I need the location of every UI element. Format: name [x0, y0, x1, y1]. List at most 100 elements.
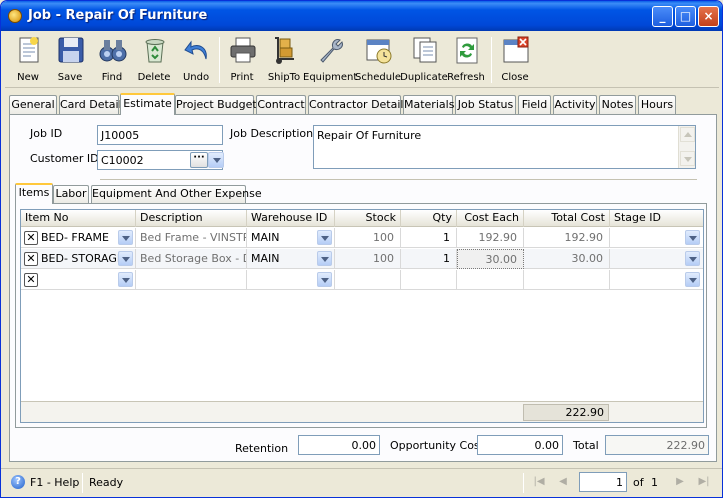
- tab-job-status[interactable]: Job Status: [455, 95, 516, 114]
- cell-cost-each[interactable]: [457, 270, 524, 290]
- page-number-field[interactable]: 1: [579, 472, 627, 492]
- cell-stage[interactable]: [610, 270, 703, 290]
- cell-total-cost: [524, 270, 610, 290]
- cell-description[interactable]: Bed Frame - VINSTRA: [136, 228, 247, 248]
- stage-dropdown-button[interactable]: [685, 230, 700, 245]
- delete-row-icon[interactable]: ✕: [24, 231, 38, 245]
- stage-dropdown-button[interactable]: [685, 251, 700, 266]
- estimate-panel: Job ID J10005 Customer ID C10002 ··· Job…: [9, 114, 717, 462]
- cell-cost-each[interactable]: 192.90: [457, 228, 524, 248]
- equipment-button[interactable]: Equipment: [303, 33, 357, 87]
- description-scrollbar[interactable]: [678, 126, 695, 168]
- floppy-disk-icon: [58, 37, 84, 63]
- warehouse-dropdown-button[interactable]: [317, 272, 332, 287]
- cell-warehouse[interactable]: MAIN: [247, 249, 335, 269]
- col-stock[interactable]: Stock: [335, 210, 401, 227]
- title-bar[interactable]: Job - Repair Of Furniture _ □ ×: [1, 1, 722, 31]
- close-window-button[interactable]: ×: [698, 6, 719, 27]
- job-id-label: Job ID: [30, 127, 63, 140]
- refresh-button[interactable]: Refresh: [443, 33, 489, 87]
- col-warehouse-id[interactable]: Warehouse ID: [247, 210, 335, 227]
- cell-stage[interactable]: [610, 228, 703, 248]
- customer-dropdown-button[interactable]: [208, 152, 224, 168]
- opportunity-cost-field[interactable]: 0.00: [477, 435, 563, 455]
- tab-general[interactable]: General: [9, 95, 57, 114]
- delete-row-icon[interactable]: ✕: [24, 252, 38, 266]
- retention-field[interactable]: 0.00: [298, 435, 380, 455]
- undo-button[interactable]: Undo: [173, 33, 219, 87]
- col-description[interactable]: Description: [136, 210, 247, 227]
- warehouse-dropdown-button[interactable]: [317, 230, 332, 245]
- table-row[interactable]: ✕ BED- FRAME Bed Frame - VINSTRA MAIN 10…: [21, 228, 703, 248]
- tab-hours[interactable]: Hours: [638, 95, 676, 114]
- tab-notes[interactable]: Notes: [599, 95, 636, 114]
- first-page-icon[interactable]: |◀: [532, 475, 546, 489]
- minimize-button[interactable]: _: [652, 6, 673, 27]
- previous-page-icon[interactable]: ◀: [556, 475, 570, 489]
- cell-item-no[interactable]: ✕ BED- STORAGE: [21, 249, 136, 269]
- stage-dropdown-button[interactable]: [685, 272, 700, 287]
- close-window-icon: [503, 36, 529, 63]
- subtab-equipment-expense[interactable]: Equipment And Other Expense: [91, 185, 262, 203]
- cell-warehouse[interactable]: [247, 270, 335, 290]
- help-text[interactable]: F1 - Help: [30, 476, 79, 489]
- subtab-items[interactable]: Items: [15, 183, 53, 204]
- cell-item-no[interactable]: ✕ BED- FRAME: [21, 228, 136, 248]
- cell-cost-each[interactable]: 30.00: [457, 249, 524, 269]
- scroll-up-button[interactable]: [680, 127, 695, 142]
- cell-qty[interactable]: 1: [401, 228, 457, 248]
- cell-total-cost: 192.90: [524, 228, 610, 248]
- next-page-icon[interactable]: ▶: [673, 475, 687, 489]
- status-separator: [82, 473, 83, 493]
- tab-project-budget[interactable]: Project Budget: [175, 95, 257, 114]
- job-description-label: Job Description: [230, 127, 314, 140]
- cell-description[interactable]: [136, 270, 247, 290]
- col-cost-each[interactable]: Cost Each: [457, 210, 524, 227]
- recycle-bin-icon: [145, 39, 165, 63]
- job-description-field[interactable]: Repair Of Furniture: [313, 125, 696, 169]
- cell-stage[interactable]: [610, 249, 703, 269]
- cell-description[interactable]: Bed Storage Box - DE: [136, 249, 247, 269]
- window-title: Job - Repair Of Furniture: [28, 8, 208, 23]
- tab-field[interactable]: Field: [518, 95, 551, 114]
- col-qty[interactable]: Qty: [401, 210, 457, 227]
- close-label: Close: [501, 72, 529, 83]
- customer-lookup-button[interactable]: ···: [190, 152, 208, 168]
- last-page-icon[interactable]: ▶|: [697, 475, 711, 489]
- delete-row-icon[interactable]: ✕: [24, 273, 38, 287]
- shipto-button[interactable]: ShipTo: [261, 33, 307, 87]
- item-dropdown-button[interactable]: [118, 230, 133, 245]
- toolbar: New Save Find Delete Undo Print ShipTo E…: [5, 33, 719, 88]
- tab-materials[interactable]: Materials: [403, 95, 454, 114]
- cell-item-no[interactable]: ✕: [21, 270, 136, 290]
- cell-qty[interactable]: 1: [401, 249, 457, 269]
- wrench-icon: [320, 39, 343, 63]
- warehouse-dropdown-button[interactable]: [317, 251, 332, 266]
- schedule-button[interactable]: Schedule: [355, 33, 401, 87]
- help-icon[interactable]: ?: [11, 475, 25, 489]
- tab-card-detail[interactable]: Card Detail: [59, 95, 122, 114]
- subtab-labor[interactable]: Labor: [53, 185, 89, 203]
- cell-stock: 100: [335, 249, 401, 269]
- col-stage-id[interactable]: Stage ID: [610, 210, 703, 227]
- tab-contractor-details[interactable]: Contractor Details: [308, 95, 409, 114]
- items-subpanel: Item No Description Warehouse ID Stock Q…: [15, 203, 707, 428]
- printer-icon: [230, 37, 256, 63]
- tab-activity[interactable]: Activity: [553, 95, 597, 114]
- cell-warehouse[interactable]: MAIN: [247, 228, 335, 248]
- grid-summary-row: 222.90: [21, 401, 703, 422]
- new-row[interactable]: ✕: [21, 270, 703, 290]
- tab-contract[interactable]: Contract: [256, 95, 306, 114]
- tab-estimate[interactable]: Estimate: [120, 93, 175, 115]
- close-button[interactable]: Close: [492, 33, 538, 87]
- cell-qty[interactable]: [401, 270, 457, 290]
- handtruck-icon: [275, 37, 294, 64]
- table-row[interactable]: ✕ BED- STORAGE Bed Storage Box - DE MAIN…: [21, 249, 703, 269]
- maximize-button[interactable]: □: [675, 6, 696, 27]
- col-item-no[interactable]: Item No: [21, 210, 136, 227]
- scroll-down-button[interactable]: [680, 151, 695, 166]
- item-dropdown-button[interactable]: [118, 272, 133, 287]
- col-total-cost[interactable]: Total Cost: [524, 210, 610, 227]
- job-id-field[interactable]: J10005: [97, 125, 223, 145]
- item-dropdown-button[interactable]: [118, 251, 133, 266]
